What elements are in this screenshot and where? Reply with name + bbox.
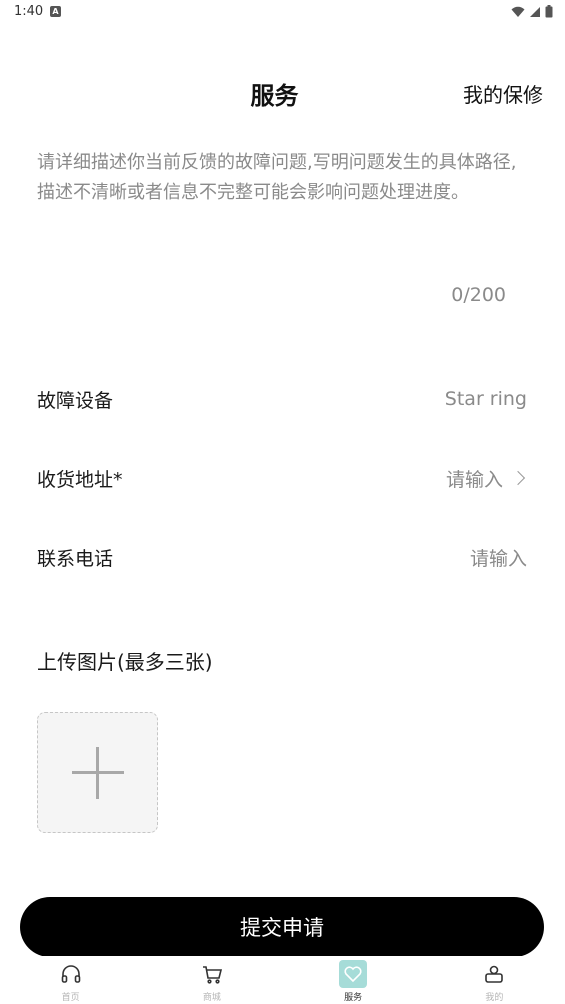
description-input[interactable]: 请详细描述你当前反馈的故障问题,写明问题发生的具体路径,描述不清晰或者信息不完整… [37,148,532,268]
heart-icon [339,960,368,988]
status-icons [511,5,553,18]
description-area: 请详细描述你当前反馈的故障问题,写明问题发生的具体路径,描述不清晰或者信息不完整… [37,148,532,318]
shipping-address-label: 收货地址* [37,468,123,491]
profile-icon [480,960,508,988]
tab-home-label: 首页 [61,993,80,1003]
fault-device-row[interactable]: 故障设备 Star ring [37,379,527,419]
notification-a-icon: A [50,6,61,17]
cart-icon [198,960,226,988]
upload-title: 上传图片(最多三张) [37,650,213,674]
contact-phone-input[interactable]: 请输入 [470,544,527,571]
header: 服务 我的保修 [0,70,565,116]
plus-icon-vertical [96,747,99,799]
headphones-icon [57,960,85,988]
tab-home[interactable]: 首页 [0,956,141,1004]
wifi-icon [511,6,525,17]
tab-mall[interactable]: 商城 [141,956,282,1004]
submit-button[interactable]: 提交申请 [20,897,544,957]
tab-mine-label: 我的 [485,993,504,1003]
contact-phone-row[interactable]: 联系电话 请输入 [37,537,527,577]
fault-device-label: 故障设备 [37,389,114,412]
tab-mine[interactable]: 我的 [424,956,565,1004]
chevron-right-icon [510,470,526,486]
upload-image-button[interactable] [37,712,158,833]
bottom-tab-bar: 首页 商城 服务 我的 [0,956,565,1004]
signal-icon [530,6,540,17]
shipping-address-row[interactable]: 收货地址* 请输入 [37,458,527,498]
fault-device-value: Star ring [444,388,527,410]
status-time: 1:40 [14,4,44,19]
shipping-address-field[interactable]: 请输入 [446,465,527,492]
tab-service-label: 服务 [344,993,363,1003]
shipping-address-placeholder: 请输入 [445,468,503,491]
character-counter: 0/200 [451,284,506,306]
contact-phone-label: 联系电话 [37,547,114,570]
tab-service[interactable]: 服务 [283,956,424,1004]
battery-icon [545,5,553,18]
status-bar: 1:40 A [0,0,565,24]
tab-mall-label: 商城 [202,993,221,1003]
my-warranty-link[interactable]: 我的保修 [463,79,543,108]
